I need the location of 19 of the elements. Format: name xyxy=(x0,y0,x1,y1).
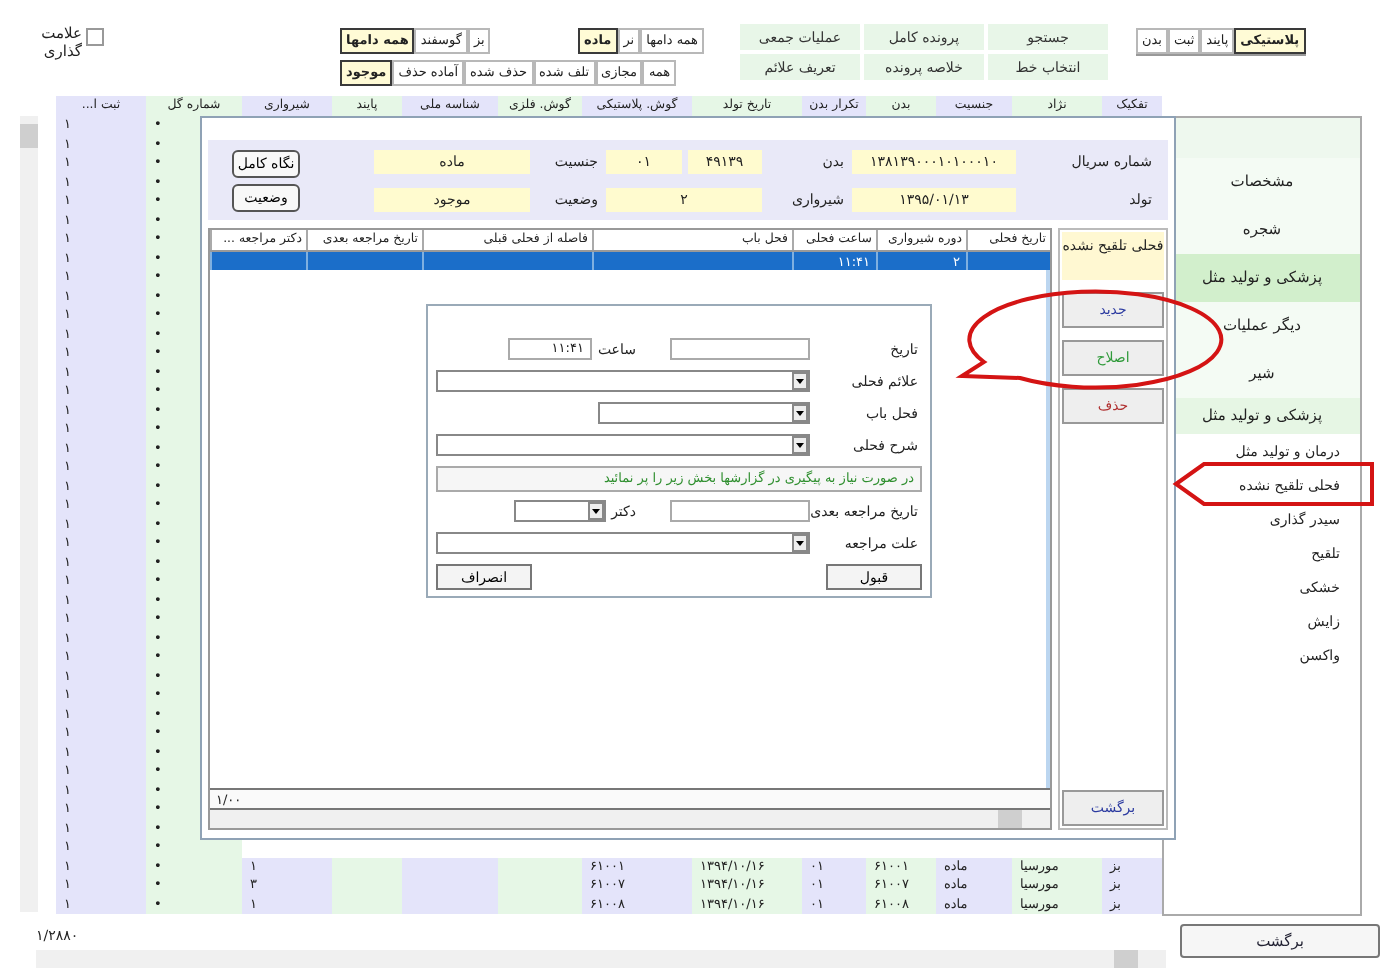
checkbox[interactable] xyxy=(86,28,104,46)
caret-icon xyxy=(587,502,604,520)
table-cell xyxy=(332,857,402,876)
dropdown[interactable] xyxy=(436,434,810,456)
scrollbar[interactable] xyxy=(36,950,1166,968)
caret-icon xyxy=(792,534,808,552)
input-field[interactable] xyxy=(670,338,810,360)
dropdown[interactable] xyxy=(436,532,810,554)
input-field[interactable] xyxy=(670,500,810,522)
caret-icon xyxy=(792,372,808,390)
dropdown[interactable] xyxy=(436,370,810,392)
table-cell xyxy=(498,857,582,876)
dropdown[interactable] xyxy=(598,402,810,424)
dropdown[interactable] xyxy=(513,500,606,522)
caret-icon xyxy=(792,436,808,454)
table-cell xyxy=(402,857,498,876)
caret-icon xyxy=(792,404,808,422)
scrollbar[interactable] xyxy=(20,116,38,912)
scrollbar[interactable] xyxy=(210,810,1050,828)
